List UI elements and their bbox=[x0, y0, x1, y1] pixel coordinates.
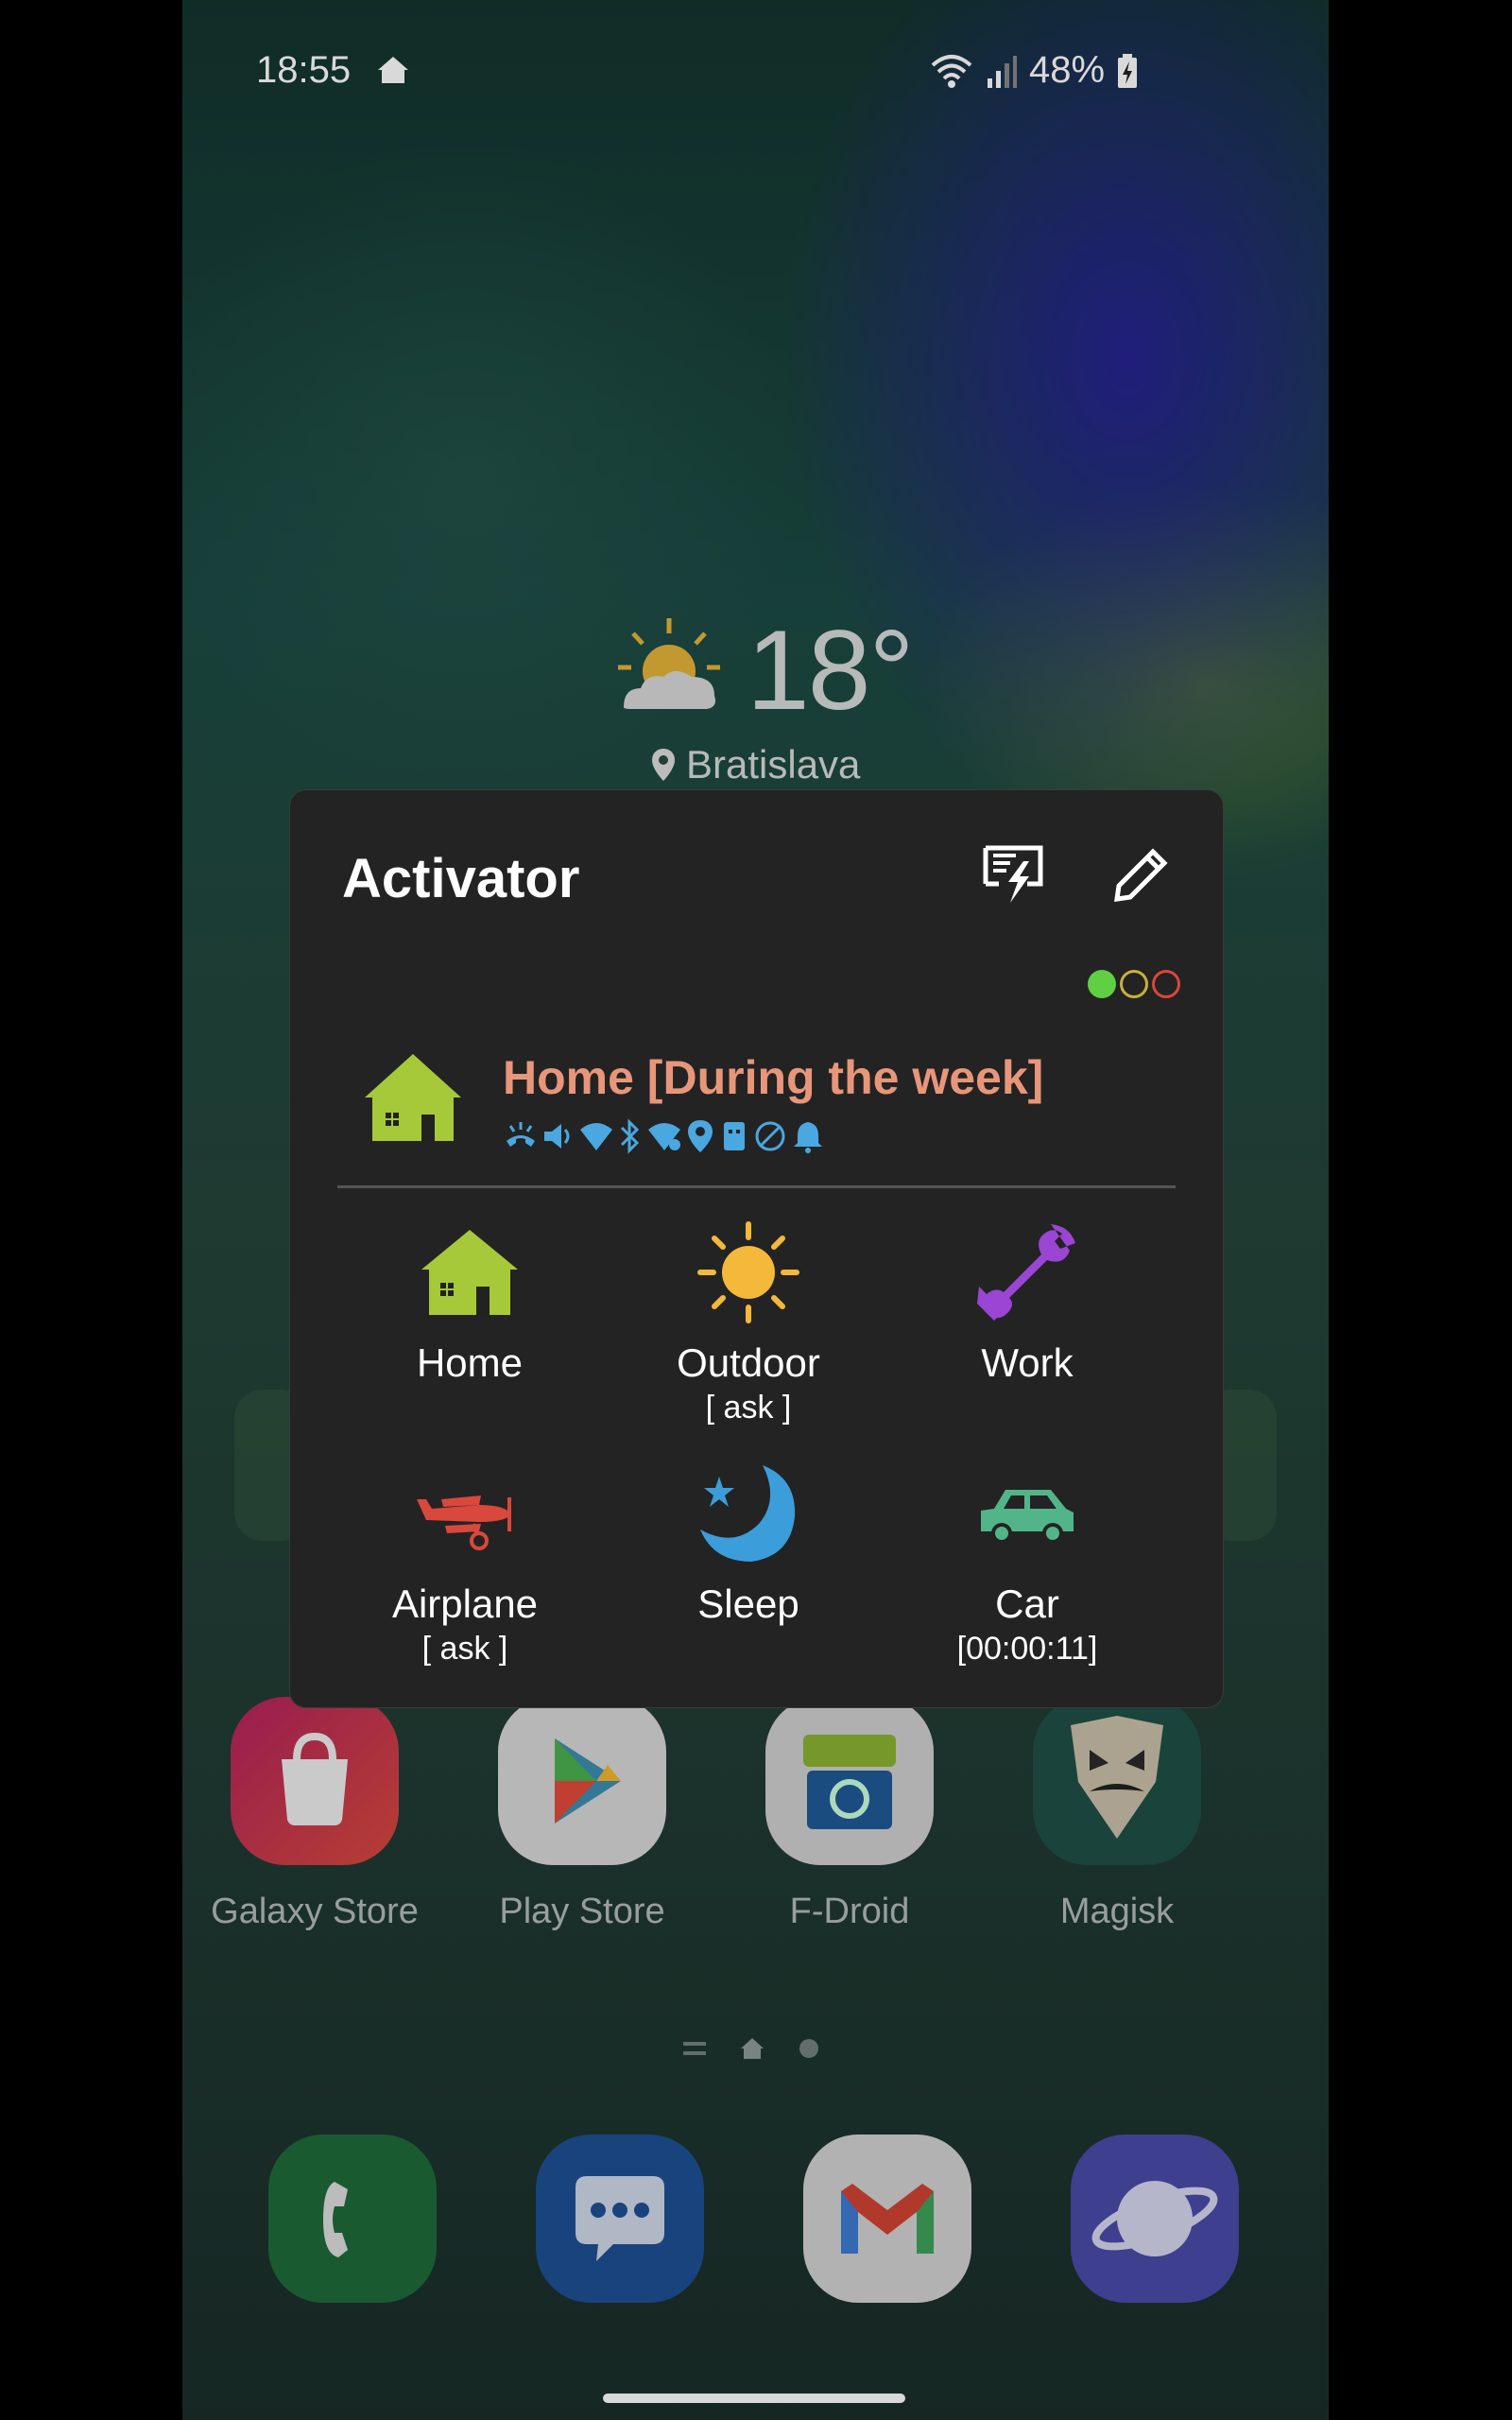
wifi-flag-icon bbox=[580, 1123, 612, 1150]
dialog-divider bbox=[337, 1185, 1176, 1188]
rotation-icon bbox=[755, 1121, 785, 1151]
profile-name: Airplane bbox=[391, 1582, 539, 1626]
profile-outdoor[interactable]: Outdoor [ ask ] bbox=[607, 1220, 890, 1426]
profile-name: Sleep bbox=[697, 1582, 799, 1626]
ringtone-icon bbox=[507, 1122, 535, 1147]
profile-airplane[interactable]: Airplane [ ask ] bbox=[323, 1461, 607, 1668]
mobile-data-icon bbox=[724, 1122, 745, 1150]
notification-icon bbox=[794, 1122, 822, 1153]
green-indicator bbox=[1088, 970, 1116, 998]
wrench-icon bbox=[977, 1224, 1075, 1321]
profile-sub: [ ask ] bbox=[705, 1390, 792, 1426]
profile-flags bbox=[503, 1118, 826, 1154]
profile-name: Work bbox=[981, 1340, 1074, 1385]
profile-home[interactable]: Home bbox=[328, 1220, 611, 1390]
profile-name: Car bbox=[995, 1582, 1059, 1626]
profile-work[interactable]: Work bbox=[885, 1220, 1169, 1390]
moon-icon bbox=[700, 1465, 796, 1562]
profile-car[interactable]: Car [00:00:11] bbox=[885, 1461, 1169, 1668]
bluetooth-icon bbox=[620, 1118, 640, 1154]
activator-dialog: Activator Home [During the week] Home Ou… bbox=[289, 789, 1224, 1708]
home-icon bbox=[421, 1230, 518, 1315]
dialog-title: Activator bbox=[342, 848, 580, 909]
location-flag-icon bbox=[688, 1120, 713, 1152]
pencil-icon bbox=[1114, 848, 1168, 902]
active-profile[interactable]: Home [During the week] bbox=[342, 1050, 1174, 1164]
home-screen: 18:55 48% 18° Bratislava Galaxy Store Pl… bbox=[182, 0, 1329, 2420]
red-indicator bbox=[1152, 970, 1180, 998]
edit-button[interactable] bbox=[1103, 838, 1178, 913]
wifi-hotspot-icon bbox=[648, 1123, 680, 1150]
profile-sub: [00:00:11] bbox=[956, 1631, 1098, 1667]
home-profile-icon bbox=[365, 1054, 461, 1141]
activated-profiles-button[interactable] bbox=[975, 838, 1051, 913]
status-indicator bbox=[1088, 970, 1180, 998]
volume-icon bbox=[544, 1124, 570, 1149]
profile-name: Home bbox=[416, 1340, 524, 1385]
profile-list-icon bbox=[983, 845, 1043, 903]
car-icon bbox=[981, 1490, 1074, 1544]
profile-name: Outdoor bbox=[677, 1340, 820, 1385]
yellow-indicator bbox=[1120, 970, 1148, 998]
airplane-icon bbox=[417, 1495, 511, 1550]
profile-sleep[interactable]: Sleep bbox=[607, 1461, 890, 1631]
active-profile-name: Home [During the week] bbox=[503, 1051, 1044, 1104]
profile-sub: [ ask ] bbox=[421, 1631, 508, 1667]
sun-icon bbox=[697, 1221, 799, 1323]
